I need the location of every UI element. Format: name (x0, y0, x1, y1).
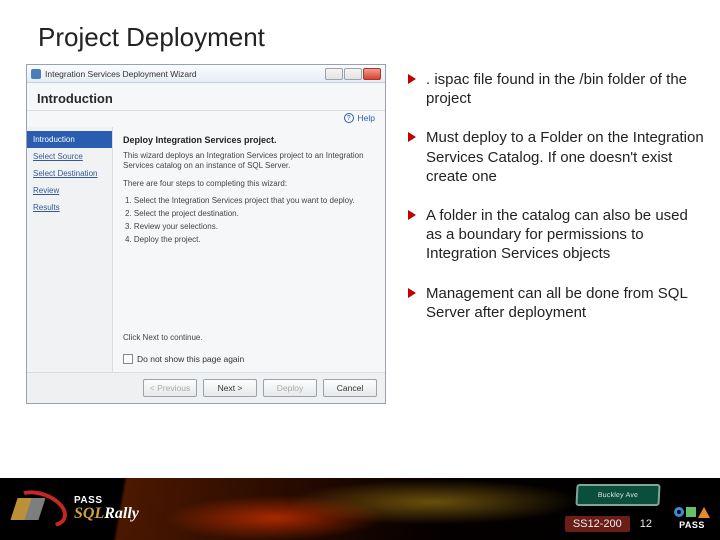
bullet-text: Management can all be done from SQL Serv… (426, 284, 704, 322)
bullet-list: . ispac file found in the /bin folder of… (408, 64, 704, 404)
pass-mark-icon (674, 507, 710, 518)
wizard-click-next: Click Next to continue. (123, 333, 375, 342)
dont-show-checkbox[interactable] (123, 354, 133, 364)
brand-text: PASS SQLRally (74, 496, 139, 522)
list-item: . ispac file found in the /bin folder of… (408, 70, 704, 108)
bullet-text: . ispac file found in the /bin folder of… (426, 70, 704, 108)
wizard-step: 3. Review your selections. (125, 222, 375, 231)
wizard-nav: Introduction Select Source Select Destin… (27, 127, 113, 372)
wizard-dont-show-row: Do not show this page again (123, 354, 375, 364)
wizard-page-title: Introduction (37, 91, 375, 106)
swoosh-icon (12, 492, 68, 526)
brand-logo: PASS SQLRally (12, 492, 139, 526)
brand-rally: Rally (104, 505, 139, 522)
wizard-header: Introduction (27, 83, 385, 111)
triangle-icon (698, 507, 710, 518)
nav-introduction[interactable]: Introduction (27, 131, 112, 148)
slide-footer: Buckley Ave PASS SQLRally SS12-200 12 PA… (0, 478, 720, 540)
help-icon[interactable]: ? (344, 113, 354, 123)
square-icon (686, 507, 696, 517)
bullet-text: Must deploy to a Folder on the Integrati… (426, 128, 704, 186)
slide-title: Project Deployment (38, 22, 265, 53)
list-item: Management can all be done from SQL Serv… (408, 284, 704, 322)
minimize-button[interactable] (325, 68, 343, 80)
nav-select-source[interactable]: Select Source (27, 148, 112, 165)
footer-meta: SS12-200 12 (565, 516, 652, 532)
bullet-icon (408, 288, 416, 298)
deploy-button[interactable]: Deploy (263, 379, 317, 397)
maximize-button[interactable] (344, 68, 362, 80)
wizard-help-row: ? Help (27, 111, 385, 127)
nav-select-destination[interactable]: Select Destination (27, 165, 112, 182)
wizard-step: 1. Select the Integration Services proje… (125, 196, 375, 205)
wizard-main: Deploy Integration Services project. Thi… (113, 127, 385, 372)
wizard-body: Introduction Select Source Select Destin… (27, 127, 385, 372)
window-title: Integration Services Deployment Wizard (45, 69, 197, 79)
previous-button[interactable]: < Previous (143, 379, 197, 397)
help-link[interactable]: Help (358, 113, 375, 123)
wizard-steps-intro: There are four steps to completing this … (123, 179, 375, 188)
wizard-step: 4. Deploy the project. (125, 235, 375, 244)
circle-icon (674, 507, 684, 517)
cancel-button[interactable]: Cancel (323, 379, 377, 397)
bullet-icon (408, 132, 416, 142)
street-sign-graphic: Buckley Ave (575, 484, 660, 506)
pass-word: PASS (679, 520, 705, 530)
window-controls (325, 68, 381, 80)
nav-results[interactable]: Results (27, 199, 112, 216)
wizard-main-desc: This wizard deploys an Integration Servi… (123, 151, 375, 171)
wizard-steps: 1. Select the Integration Services proje… (125, 196, 375, 248)
brand-rally-word: SQLRally (74, 506, 139, 522)
brand-sql: SQL (74, 505, 104, 522)
list-item: Must deploy to a Folder on the Integrati… (408, 128, 704, 186)
wizard-footer: < Previous Next > Deploy Cancel (27, 372, 385, 403)
pass-logo: PASS (674, 507, 710, 530)
nav-review[interactable]: Review (27, 182, 112, 199)
session-code: SS12-200 (565, 516, 630, 532)
stripe-icon (10, 498, 45, 520)
wizard-titlebar: Integration Services Deployment Wizard (27, 65, 385, 83)
bullet-text: A folder in the catalog can also be used… (426, 206, 704, 264)
content-row: Integration Services Deployment Wizard I… (26, 64, 704, 404)
wizard-step: 2. Select the project destination. (125, 209, 375, 218)
wizard-main-heading: Deploy Integration Services project. (123, 135, 375, 145)
dont-show-label: Do not show this page again (137, 354, 244, 364)
close-button[interactable] (363, 68, 381, 80)
slide-number: 12 (640, 518, 652, 530)
list-item: A folder in the catalog can also be used… (408, 206, 704, 264)
next-button[interactable]: Next > (203, 379, 257, 397)
deployment-wizard-window: Integration Services Deployment Wizard I… (26, 64, 386, 404)
bullet-icon (408, 210, 416, 220)
bullet-icon (408, 74, 416, 84)
app-icon (31, 69, 41, 79)
